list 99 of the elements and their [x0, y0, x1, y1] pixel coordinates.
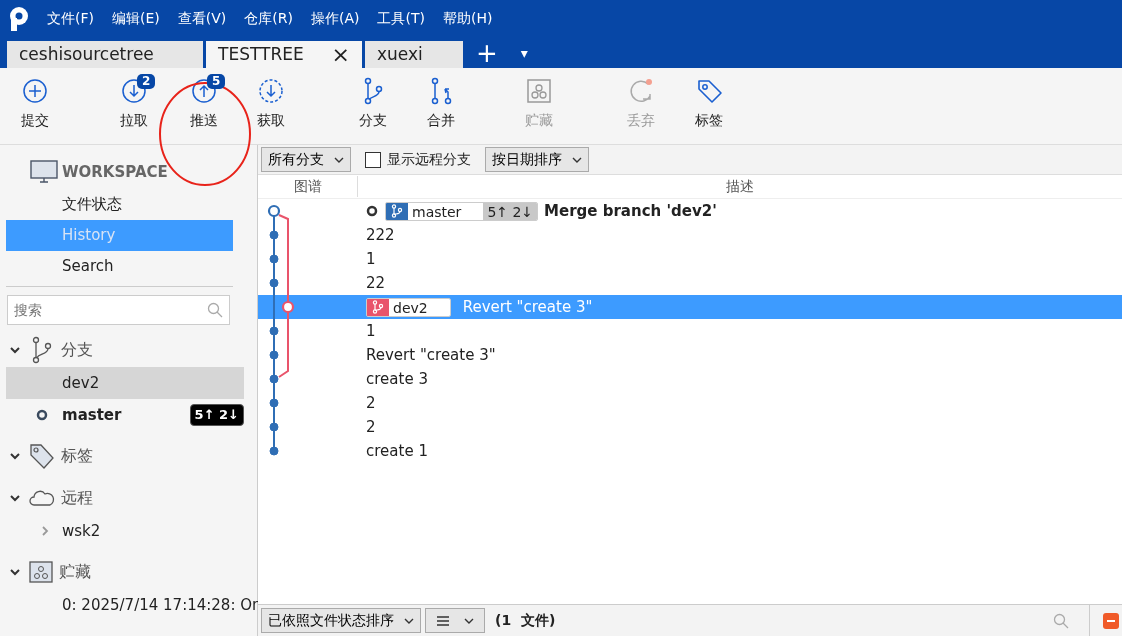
commit-node[interactable] [267, 204, 281, 218]
commit-node[interactable] [269, 230, 279, 240]
column-header: 图谱 [258, 176, 358, 197]
chevron-icon[interactable] [9, 344, 21, 356]
file-sort-dropdown[interactable]: 已依照文件状态排序 [261, 608, 421, 633]
chevron-icon[interactable] [9, 566, 21, 578]
menu-item[interactable]: 编辑(E) [103, 8, 169, 29]
section-title: WORKSPACE [62, 161, 168, 183]
workspace-item[interactable]: 文件状态 [6, 189, 233, 220]
commit-row[interactable]: 1 [258, 319, 1122, 343]
commit-row[interactable]: dev2 Revert "create 3" [258, 295, 1122, 319]
tag-button[interactable]: 标签 [688, 68, 730, 135]
commit-node[interactable] [269, 326, 279, 336]
commit-message: create 3 [366, 368, 428, 390]
commit-node[interactable] [269, 278, 279, 288]
tag-icon [29, 442, 55, 470]
workspace-item[interactable]: Search [6, 251, 233, 282]
commit-node[interactable] [269, 422, 279, 432]
remote-name: wsk2 [62, 520, 101, 542]
commit-row[interactable]: 2 [258, 415, 1122, 439]
merge-button[interactable]: 合并 [420, 68, 462, 135]
count-badge: 2 [137, 74, 156, 89]
commit-node[interactable] [269, 374, 279, 384]
caret-icon [572, 155, 582, 164]
sort-dropdown[interactable]: 按日期排序 [485, 147, 589, 172]
commit-message: 22 [366, 272, 386, 294]
section-title[interactable]: 标签 [61, 444, 93, 468]
commit-message: Merge branch 'dev2' [544, 200, 717, 222]
list-icon [436, 614, 450, 627]
cloud-icon [29, 488, 55, 508]
section-title[interactable]: 远程 [61, 486, 93, 510]
current-branch-icon [36, 409, 48, 421]
commit-button[interactable]: 提交 [14, 68, 56, 135]
close-icon[interactable]: × [331, 43, 350, 66]
menu-item[interactable]: 查看(V) [168, 8, 236, 29]
commit-message: Revert "create 3" [366, 344, 496, 366]
tab-menu-button[interactable]: ▾ [510, 37, 538, 68]
commit-message: Revert "create 3" [462, 296, 593, 318]
menu-item[interactable]: 文件(F) [38, 8, 103, 29]
commit-message: 1 [366, 320, 376, 342]
commit-row[interactable]: 22 [258, 271, 1122, 295]
menu-item[interactable]: 仓库(R) [235, 8, 302, 29]
commit-row[interactable]: create 3 [258, 367, 1122, 391]
menu-item[interactable]: 帮助(H) [433, 8, 502, 29]
repo-tab[interactable]: TESTTREE × [206, 41, 362, 68]
count-badge: 5 [207, 74, 226, 89]
repo-tab[interactable]: xuexi [365, 41, 463, 68]
view-mode-dropdown[interactable] [425, 608, 485, 633]
push-icon [189, 76, 219, 106]
commit-node[interactable] [269, 254, 279, 264]
branch-button[interactable]: 分支 [352, 68, 394, 135]
app-logo-icon [8, 5, 30, 32]
column-header: 描述 [725, 177, 755, 196]
stash-icon [29, 561, 53, 583]
monitor-icon [30, 160, 58, 184]
commit-node[interactable] [281, 300, 295, 314]
commit-message: 1 [366, 248, 376, 270]
commit-node[interactable] [269, 350, 279, 360]
branch-tag[interactable]: master 5↑ 2↓ [385, 201, 539, 221]
search-field[interactable]: 搜索 [7, 295, 230, 325]
file-count: (1 文件) [495, 611, 556, 630]
branch-item[interactable]: master 5↑ 2↓ [6, 399, 244, 431]
commit-row[interactable]: Revert "create 3" [258, 343, 1122, 367]
commit-row[interactable]: 222 [258, 223, 1122, 247]
commit-node[interactable] [269, 446, 279, 456]
commit-message: create 1 [366, 440, 428, 462]
branch-name: master [62, 404, 122, 426]
commit-message: 2 [366, 416, 376, 438]
commit-message: 2 [366, 392, 376, 414]
stash-icon [524, 76, 554, 106]
fetch-button[interactable]: 获取 [250, 68, 292, 135]
commit-node[interactable] [269, 398, 279, 408]
search-icon [207, 302, 223, 318]
commit-icon [20, 76, 50, 106]
new-tab-button[interactable]: + [466, 37, 508, 68]
commit-row[interactable]: master 5↑ 2↓ Merge branch 'dev2' [258, 199, 1122, 223]
caret-icon [334, 155, 344, 164]
menu-item[interactable]: 工具(T) [368, 8, 434, 29]
commit-row[interactable]: create 1 [258, 439, 1122, 463]
branch-item[interactable]: dev2 [6, 367, 244, 399]
caret-icon [464, 616, 474, 625]
menu-item[interactable]: 操作(A) [301, 8, 369, 29]
section-title[interactable]: 贮藏 [59, 560, 91, 584]
ahead-behind-badge: 5↑ 2↓ [189, 404, 244, 426]
branch-tag[interactable]: dev2 [366, 297, 451, 317]
commit-message: 222 [366, 224, 395, 246]
remote-item[interactable]: wsk2 [6, 515, 244, 547]
commit-row[interactable]: 1 [258, 247, 1122, 271]
branch-name: dev2 [62, 372, 100, 394]
section-title[interactable]: 分支 [61, 338, 93, 362]
commit-row[interactable]: 2 [258, 391, 1122, 415]
pull-icon [119, 76, 149, 106]
repo-tab[interactable]: ceshisourcetree [7, 41, 203, 68]
caret-icon [404, 616, 414, 625]
chevron-icon[interactable] [9, 492, 21, 504]
branch-filter-dropdown[interactable]: 所有分支 [261, 147, 351, 172]
fetch-icon [256, 76, 286, 106]
show-remote-checkbox[interactable]: 显示远程分支 [365, 149, 471, 170]
chevron-icon[interactable] [9, 450, 21, 462]
